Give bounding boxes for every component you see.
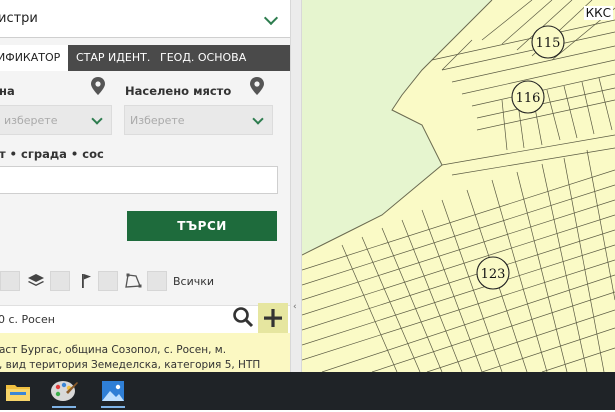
- add-button[interactable]: [258, 303, 288, 333]
- search-tabs: ИФИКАТОР СТАР ИДЕНТ. ГЕОД. ОСНОВА: [0, 45, 290, 71]
- municipality-label: на: [0, 84, 15, 98]
- chevron-down-icon: [252, 113, 264, 125]
- municipality-select[interactable]: изберете: [0, 105, 112, 135]
- tab-old-identifier[interactable]: СТАР ИДЕНТ.: [76, 45, 150, 71]
- polygon-icon[interactable]: [124, 272, 142, 290]
- layers-icon[interactable]: [27, 272, 45, 290]
- tab-geodetic-base[interactable]: ГЕОД. ОСНОВА: [160, 45, 246, 71]
- object-type-label: т • сграда • сос: [0, 147, 104, 161]
- registry-select-value: истри: [0, 11, 38, 26]
- parcel-label-123[interactable]: 123: [476, 256, 510, 290]
- chevron-down-icon: [263, 10, 279, 26]
- tab-old-identifier-label: СТАР ИДЕНТ.: [76, 51, 151, 64]
- settlement-select[interactable]: Изберете: [124, 105, 273, 135]
- svg-text:116: 116: [516, 91, 541, 106]
- identifier-input[interactable]: [0, 166, 278, 194]
- panel-splitter[interactable]: ‹: [290, 0, 302, 372]
- tab-identifier[interactable]: ИФИКАТОР: [0, 45, 68, 71]
- map-canvas[interactable]: 115 116 123: [302, 0, 615, 372]
- svg-text:123: 123: [481, 267, 506, 282]
- taskbar-app-file-explorer[interactable]: [0, 374, 36, 408]
- registry-select[interactable]: истри: [0, 0, 290, 38]
- plus-icon: [264, 309, 282, 327]
- taskbar: [0, 372, 615, 410]
- settlement-select-placeholder: Изберете: [130, 114, 185, 127]
- layer-toggle[interactable]: [98, 271, 118, 291]
- tab-geodetic-base-label: ГЕОД. ОСНОВА: [160, 51, 247, 64]
- result-line-2: , вид територия Земеделска, категория 5,…: [0, 359, 261, 371]
- result-line-1: аст Бургас, община Созопол, с. Росен, м.: [0, 344, 227, 356]
- settlement-label: Населено място: [125, 84, 232, 98]
- cadastral-map[interactable]: 115 116 123 ККС: [302, 0, 615, 372]
- file-explorer-icon: [6, 385, 30, 401]
- municipality-select-placeholder: изберете: [4, 114, 58, 127]
- chevron-down-icon: [91, 113, 103, 125]
- location-pin-icon[interactable]: [250, 77, 264, 95]
- result-query-text: 0 с. Росен: [0, 313, 55, 326]
- layers-all-label: Всички: [173, 275, 215, 288]
- search-panel: истри ИФИКАТОР СТАР ИДЕНТ. ГЕОД. ОСНОВА …: [0, 0, 290, 372]
- parcel-label-116[interactable]: 116: [511, 80, 545, 114]
- svg-text:115: 115: [536, 36, 561, 51]
- flag-icon[interactable]: [77, 272, 95, 290]
- taskbar-app-paint[interactable]: [46, 374, 82, 408]
- tab-identifier-label: ИФИКАТОР: [0, 51, 61, 64]
- search-result-item[interactable]: аст Бургас, община Созопол, с. Росен, м.…: [0, 333, 290, 372]
- paint-icon: [51, 381, 78, 401]
- taskbar-app-photos[interactable]: [95, 374, 131, 408]
- map-layer-label: ККС: [583, 6, 613, 20]
- location-pin-icon[interactable]: [91, 77, 105, 95]
- meadow-area: [302, 0, 492, 255]
- collapse-arrow-icon[interactable]: ‹: [293, 302, 297, 312]
- layer-toggle[interactable]: [147, 271, 167, 291]
- layer-toggle[interactable]: [0, 271, 20, 291]
- photos-icon: [102, 381, 124, 401]
- search-button[interactable]: ТЪРСИ: [127, 211, 277, 241]
- parcel-label-115[interactable]: 115: [531, 25, 565, 59]
- search-icon[interactable]: [230, 303, 256, 331]
- layer-toggle[interactable]: [50, 271, 70, 291]
- layer-toolbar: Всички: [0, 268, 290, 296]
